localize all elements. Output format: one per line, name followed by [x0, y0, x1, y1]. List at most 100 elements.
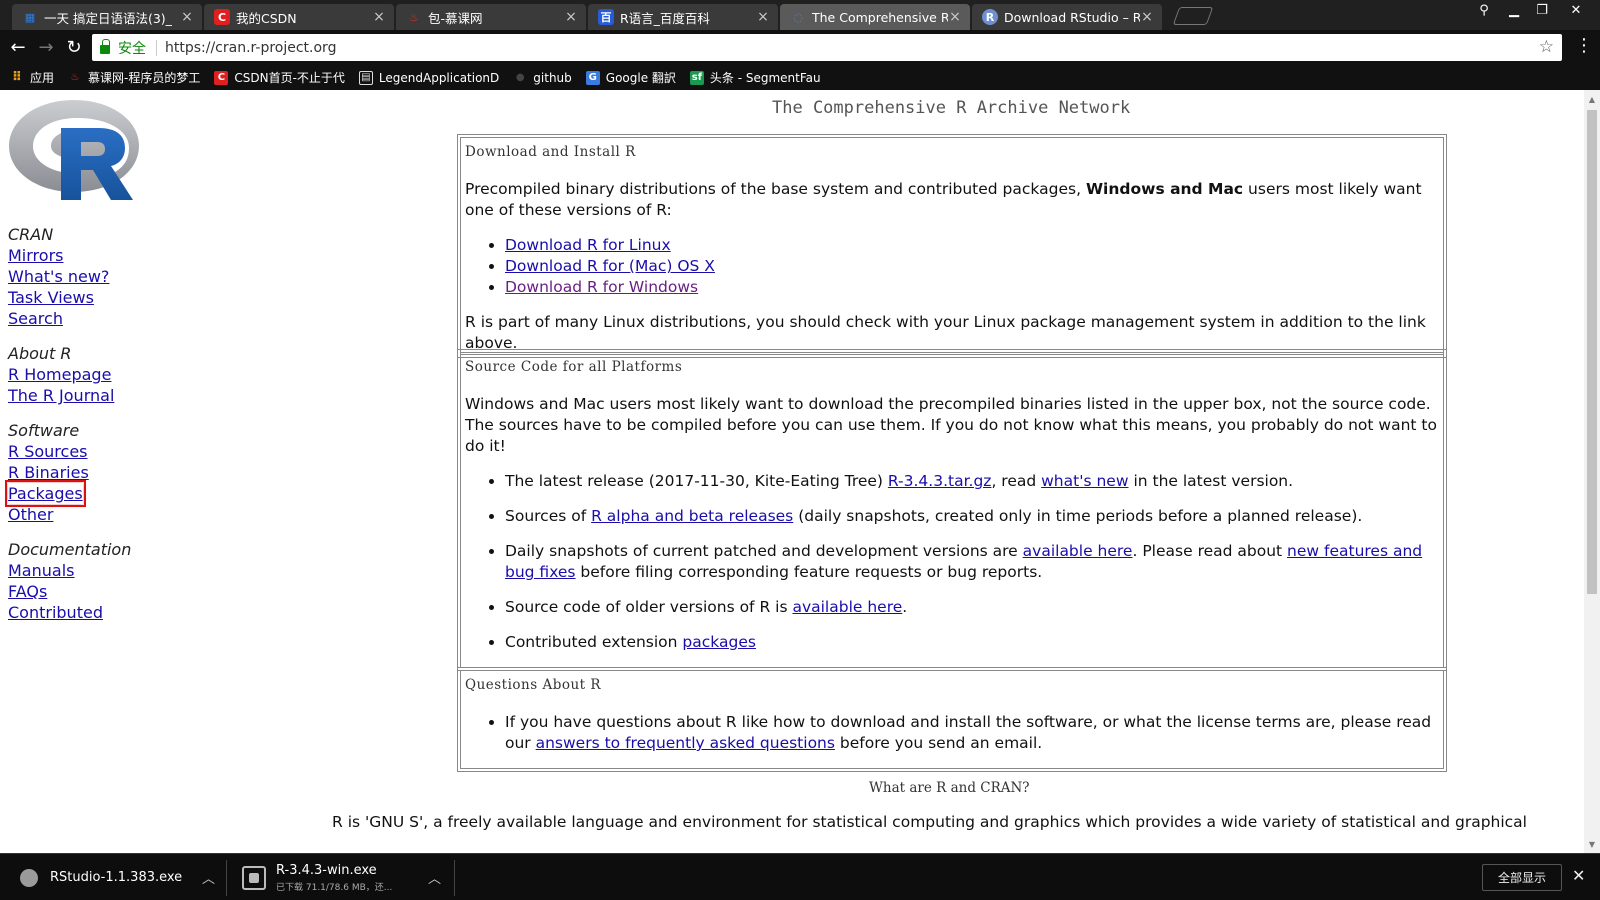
tab-imooc[interactable]: ♨ 包-慕课网 × — [396, 4, 586, 30]
flame-icon: ♨ — [409, 10, 419, 24]
sidebar-link-r-sources[interactable]: R Sources — [8, 441, 88, 462]
restore-icon[interactable]: ❐ — [1528, 0, 1556, 20]
sidebar-link-packages[interactable]: Packages — [5, 480, 86, 507]
download-list: Download R for Linux Download R for (Mac… — [465, 235, 1439, 298]
latest-release-link[interactable]: R-3.4.3.tar.gz — [888, 472, 992, 490]
bookmark-csdn[interactable]: C CSDN首页-不止于代 — [214, 69, 345, 86]
sidebar-link-r-binaries[interactable]: R Binaries — [8, 462, 89, 483]
download-windows-link[interactable]: Download R for Windows — [505, 278, 698, 296]
reload-icon[interactable]: ↻ — [62, 35, 86, 59]
source-list: The latest release (2017-11-30, Kite-Eat… — [465, 471, 1439, 653]
close-icon[interactable]: ✕ — [1572, 866, 1585, 885]
sidebar-link-contributed[interactable]: Contributed — [8, 602, 103, 623]
tab-title: Download RStudio – R — [1004, 9, 1140, 25]
questions-list: If you have questions about R like how t… — [465, 712, 1439, 754]
tab-baidu-baike[interactable]: 百 R语言_百度百科 × — [588, 4, 778, 30]
close-icon[interactable]: × — [372, 9, 386, 25]
bookmark-imooc[interactable]: ♨ 慕课网-程序员的梦工 — [68, 69, 201, 86]
tab-japanese-grammar[interactable]: ▦ 一天 搞定日语语法(3)_ × — [12, 4, 202, 30]
text: Sources of — [505, 507, 592, 525]
text: Precompiled binary distributions of the … — [465, 180, 1086, 198]
box-heading: Source Code for all Platforms — [465, 359, 683, 375]
show-all-button[interactable]: 全部显示 — [1482, 864, 1562, 891]
bookmark-google-translate[interactable]: G Google 翻訳 — [585, 69, 676, 86]
tab-title: R语言_百度百科 — [620, 10, 710, 26]
sidebar-link-faqs[interactable]: FAQs — [8, 581, 47, 602]
scroll-thumb[interactable] — [1587, 110, 1597, 594]
sidebar-section-documentation: Documentation — [8, 540, 132, 559]
text: . — [902, 598, 908, 616]
close-icon[interactable]: × — [1140, 9, 1154, 25]
scroll-up-icon[interactable]: ▲ — [1584, 92, 1600, 106]
back-icon[interactable]: ← — [6, 35, 30, 59]
sidebar-link-whats-new[interactable]: What's new? — [8, 266, 109, 287]
packages-link[interactable]: packages — [682, 633, 756, 651]
page-scrollbar[interactable]: ▲ ▼ — [1584, 90, 1600, 853]
tab-title: 一天 搞定日语语法(3)_ — [44, 10, 172, 26]
sidebar-link-search[interactable]: Search — [8, 308, 63, 329]
source-code-box: Source Code for all Platforms Windows an… — [457, 349, 1447, 671]
bookmark-label: Google 翻訳 — [605, 71, 676, 85]
new-tab-button[interactable] — [1172, 7, 1214, 25]
tab-rstudio[interactable]: R Download RStudio – R × — [972, 4, 1162, 30]
download-item-r[interactable]: R-3.4.3-win.exe 已下载 71.1/78.6 MB，还... — [242, 854, 392, 900]
sidebar-link-r-journal[interactable]: The R Journal — [8, 385, 114, 406]
chevron-up-icon[interactable]: ︿ — [428, 868, 441, 887]
bold-text: Windows and Mac — [1085, 180, 1244, 198]
sidebar-link-other[interactable]: Other — [8, 504, 53, 525]
box-intro: Precompiled binary distributions of the … — [465, 179, 1439, 221]
download-mac-link[interactable]: Download R for (Mac) OS X — [505, 257, 715, 275]
sidebar-link-r-homepage[interactable]: R Homepage — [8, 364, 111, 385]
sidebar-link-manuals[interactable]: Manuals — [8, 560, 74, 581]
download-linux-link[interactable]: Download R for Linux — [505, 236, 671, 254]
baidu-icon: 百 — [598, 9, 614, 25]
bookmark-label: CSDN首页-不止于代 — [234, 71, 345, 85]
bookmarks-bar: ⠿ 应用 ♨ 慕课网-程序员的梦工 C CSDN首页-不止于代 ▤ Legend… — [0, 65, 1600, 90]
minimize-icon[interactable]: ▁ — [1500, 0, 1528, 20]
divider — [226, 860, 227, 896]
list-item: If you have questions about R like how t… — [505, 712, 1439, 754]
bookmark-star-icon[interactable]: ☆ — [1539, 37, 1554, 57]
address-separator — [156, 39, 157, 56]
close-icon[interactable]: × — [756, 9, 770, 25]
list-item: Sources of R alpha and beta releases (da… — [505, 506, 1439, 527]
close-icon[interactable]: × — [948, 9, 962, 25]
scroll-down-icon[interactable]: ▼ — [1584, 837, 1600, 851]
box-content: Source Code for all Platforms Windows an… — [460, 352, 1444, 668]
alpha-beta-link[interactable]: R alpha and beta releases — [591, 507, 793, 525]
r-logo[interactable] — [7, 98, 141, 202]
tab-cran[interactable]: ◌ The Comprehensive R × — [780, 4, 970, 30]
close-icon[interactable]: × — [180, 9, 194, 25]
bookmark-label: 慕课网-程序员的梦工 — [88, 71, 201, 85]
section-heading: What are R and CRAN? — [869, 780, 1030, 796]
sidebar-nav: CRAN Mirrors What's new? Task Views Sear… — [5, 224, 132, 623]
text: , read — [991, 472, 1042, 490]
url-text[interactable]: https://cran.r-project.org — [165, 40, 336, 56]
faq-link[interactable]: answers to frequently asked questions — [536, 734, 835, 752]
list-item: The latest release (2017-11-30, Kite-Eat… — [505, 471, 1439, 492]
chevron-up-icon[interactable]: ︿ — [202, 868, 215, 887]
sidebar-link-mirrors[interactable]: Mirrors — [8, 245, 63, 266]
menu-icon[interactable]: ⋮ — [1574, 35, 1594, 56]
download-filename: R-3.4.3-win.exe — [276, 862, 377, 878]
bookmark-legend[interactable]: ▤ LegendApplicationD — [358, 70, 499, 85]
sf-icon: sf — [689, 70, 704, 85]
sidebar-link-task-views[interactable]: Task Views — [8, 287, 94, 308]
window-close-icon[interactable]: ✕ — [1562, 0, 1590, 20]
bookmark-github[interactable]: ● github — [513, 71, 572, 85]
close-icon[interactable]: × — [564, 9, 578, 25]
bookmark-apps[interactable]: ⠿ 应用 — [10, 69, 54, 86]
snapshots-link[interactable]: available here — [1023, 542, 1133, 560]
divider — [454, 860, 455, 896]
forward-icon[interactable]: → — [34, 35, 58, 59]
address-bar[interactable]: 安全 https://cran.r-project.org ☆ — [92, 34, 1562, 61]
bookmark-segmentfault[interactable]: sf 头条 - SegmentFau — [689, 69, 821, 86]
download-item-rstudio[interactable]: RStudio-1.1.383.exe — [20, 854, 182, 900]
installer-icon — [20, 868, 38, 887]
tab-csdn[interactable]: C 我的CSDN × — [204, 4, 394, 30]
list-item: Source code of older versions of R is av… — [505, 597, 1439, 618]
user-icon[interactable]: ⚲ — [1470, 0, 1498, 20]
older-versions-link[interactable]: available here — [792, 598, 902, 616]
whats-new-link[interactable]: what's new — [1041, 472, 1128, 490]
